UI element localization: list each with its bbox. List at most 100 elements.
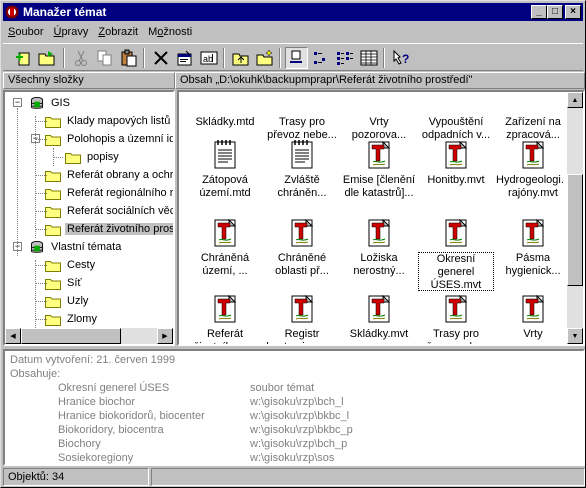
contents-panel: Skládky.mtd Trasy pro převoz nebe... Vrty …	[177, 90, 585, 346]
details-icon[interactable]	[357, 47, 380, 69]
close-button[interactable]: ×	[565, 5, 581, 19]
layer-name: Hranice biokoridorů, biocenter	[58, 410, 205, 422]
tree-item-label: Referát regionálního ro	[67, 187, 175, 199]
file-item[interactable]: Registr kontaminova...	[264, 292, 340, 344]
tree-item[interactable]: Referát obrany a ochra	[45, 166, 175, 184]
tree-line	[35, 211, 47, 212]
file-item[interactable]: Ložiska nerostný...	[341, 216, 417, 278]
file-caption: Referát životního p...	[194, 328, 256, 344]
tree-item[interactable]: Síť	[45, 274, 84, 292]
file-item[interactable]: Hydrogeologi... rajóny.mvt	[495, 138, 563, 200]
tree-hscrollbar[interactable]: ◀ ▶	[5, 328, 173, 344]
scroll-right-button[interactable]: ▶	[157, 328, 173, 344]
open-folder-icon[interactable]	[35, 47, 58, 69]
delete-icon[interactable]	[149, 47, 172, 69]
layer-name: Biochory	[58, 438, 101, 450]
layer-path: w:\gisoku\rzp\bkbc_p	[250, 424, 353, 436]
tree-item[interactable]: Referát sociálních věc	[45, 202, 173, 220]
app-window: Manažer témat _ □ × Soubor Úpravy Zobrazit…	[0, 0, 586, 488]
file-item[interactable]: Okresní generel ÚSES.mvt	[418, 216, 494, 291]
tree-item[interactable]: Zlomy	[45, 310, 99, 328]
tree-item[interactable]: Uzly	[45, 292, 90, 310]
tree-item[interactable]: Klady mapových listů	[45, 112, 172, 130]
file-item[interactable]: Trasy pro převoz nebe...	[264, 92, 340, 142]
tree-item-label: popisy	[87, 151, 119, 163]
file-item[interactable]: Chráněné oblasti př...	[264, 216, 340, 278]
file-item[interactable]: Referát životního p...	[187, 292, 263, 344]
minimize-button[interactable]: _	[531, 5, 547, 19]
file-item[interactable]: Chráněná území, ...	[187, 216, 263, 278]
file-item[interactable]: Skládky.mvt	[341, 292, 417, 341]
file-item[interactable]: Zátopová území.mtd	[187, 138, 263, 200]
new-theme-icon[interactable]	[11, 47, 34, 69]
tree-line	[35, 116, 36, 238]
contents-pane-header: Obsah „D:\okuhk\backupmprapr\Referát živ…	[175, 72, 585, 89]
scroll-down-button[interactable]: ▼	[567, 328, 583, 344]
tree-item[interactable]: Referát životního prost	[45, 220, 173, 238]
new-folder-icon[interactable]	[253, 47, 276, 69]
created-date: Datum vytvoření: 21. červen 1999	[10, 354, 176, 366]
svg-text:?: ?	[402, 52, 409, 66]
folder-icon	[45, 205, 65, 218]
large-icons-icon[interactable]	[285, 47, 308, 69]
file-item[interactable]: Zvláště chráněn...	[264, 138, 340, 200]
properties-icon[interactable]	[173, 47, 196, 69]
menu-2[interactable]: Úpravy	[48, 26, 93, 38]
layer-name: Hranice biochor	[58, 396, 136, 408]
scroll-thumb[interactable]	[21, 328, 121, 344]
theme-t-icon	[495, 216, 563, 248]
small-icons-icon[interactable]	[309, 47, 332, 69]
file-item[interactable]: Skládky.mtd	[187, 92, 263, 129]
file-item[interactable]: Honitby.mvt	[418, 138, 494, 187]
file-item[interactable]: Vypouštění odpadních v...	[418, 92, 494, 142]
file-item[interactable]: Emise [členění dle katastrů]...	[341, 138, 417, 200]
tree-line	[35, 301, 47, 302]
scroll-left-button[interactable]: ◀	[5, 328, 21, 344]
tree-item[interactable]: Polohopis a územní ide	[45, 130, 173, 148]
file-caption: Skládky.mvt	[349, 328, 409, 340]
file-item[interactable]: Vrty pozorova...	[341, 92, 417, 142]
tree-item[interactable]: Referát regionálního ro	[45, 184, 175, 202]
scroll-thumb[interactable]	[567, 174, 583, 286]
tree-item-label: GIS	[51, 97, 70, 109]
tree-item[interactable]: Cesty	[45, 256, 97, 274]
file-caption: Vrty pozorova...	[506, 328, 560, 344]
menu-3[interactable]: Zobrazit	[93, 26, 143, 38]
up-folder-icon[interactable]	[229, 47, 252, 69]
tree-item[interactable]: popisy	[65, 148, 121, 166]
rename-icon[interactable]: ab	[197, 47, 220, 69]
tree-item[interactable]: GIS	[29, 94, 72, 112]
tree-item[interactable]: Vlastní témata	[29, 238, 123, 256]
menu-4[interactable]: Možnosti	[143, 26, 197, 38]
theme-t-icon	[264, 216, 340, 248]
list-icon[interactable]	[333, 47, 356, 69]
cut-icon[interactable]	[69, 47, 92, 69]
collapse-toggle[interactable]: −	[13, 98, 22, 107]
tree-item-label: Referát obrany a ochra	[67, 169, 175, 181]
tree-item-label: Referát životního prost	[65, 223, 173, 235]
paste-icon[interactable]	[117, 47, 140, 69]
copy-icon[interactable]	[93, 47, 116, 69]
contents-vscrollbar[interactable]: ▲ ▼	[567, 92, 583, 344]
file-caption: Registr kontaminova...	[266, 328, 338, 344]
file-item[interactable]: Zařízení na zpracová...	[495, 92, 563, 142]
tree-line	[35, 283, 47, 284]
folder-icon	[45, 223, 65, 236]
menu-1[interactable]: Soubor	[3, 26, 48, 38]
maximize-button[interactable]: □	[547, 5, 563, 19]
title-bar[interactable]: Manažer témat _ □ ×	[3, 3, 583, 21]
file-item[interactable]: Pásma hygienick...	[495, 216, 563, 278]
theme-t-icon	[495, 292, 563, 324]
tree-item-label: Zlomy	[67, 313, 97, 325]
tree-line	[35, 260, 36, 328]
theme-t-icon	[418, 216, 494, 248]
folder-tree-panel: GIS − Klady mapových listů Polohopis a územ…	[3, 90, 175, 346]
scroll-up-button[interactable]: ▲	[567, 92, 583, 108]
help-icon[interactable]: ?	[389, 47, 412, 69]
menu-bar: Soubor Úpravy Zobrazit Možnosti	[3, 23, 583, 41]
folder-icon	[45, 169, 65, 182]
file-item[interactable]: Trasy pro převoz nebe...	[418, 292, 494, 344]
file-item[interactable]: Vrty pozorova...	[495, 292, 563, 344]
file-caption: Zátopová území.mtd	[199, 174, 251, 199]
database-icon	[29, 240, 49, 254]
